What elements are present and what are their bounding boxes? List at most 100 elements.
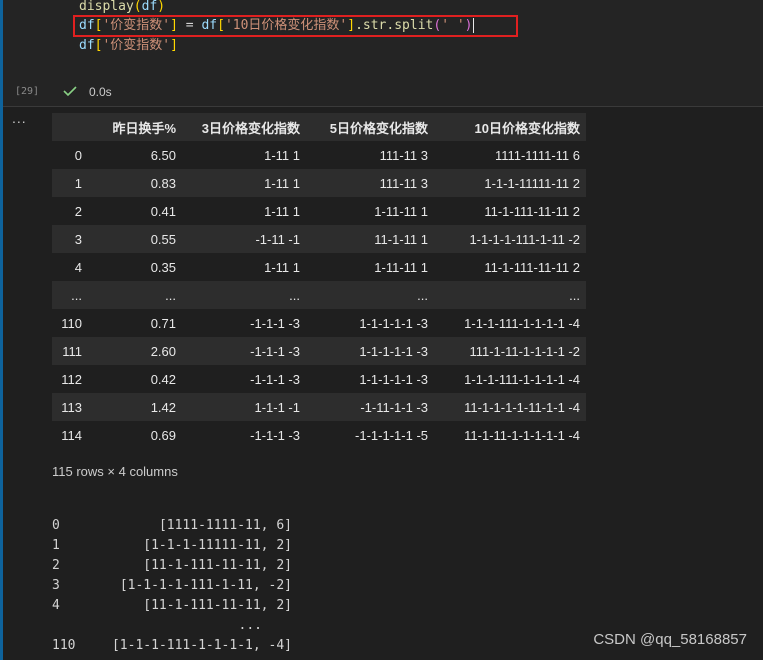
dataframe-table: 昨日换手% 3日价格变化指数 5日价格变化指数 10日价格变化指数 0 6.50…	[52, 113, 586, 449]
table-row: 114 0.69 -1-1-1 -3 -1-1-1-1-1 -5 11-1-11…	[52, 421, 586, 449]
series-value: [1-1-1-11111-11, 2]	[143, 538, 292, 553]
cell-divider	[3, 106, 763, 107]
table-row: 2 0.41 1-11 1 1-11-11 1 11-1-111-11-11 2	[52, 197, 586, 225]
table-row-ellipsis: ... ... ... ... ...	[52, 281, 586, 309]
table-row: 110 0.71 -1-1-1 -3 1-1-1-1-1 -3 1-1-1-11…	[52, 309, 586, 337]
table-cell: 1-1-1-1-1 -3	[306, 337, 434, 365]
table-cell: -1-1-1-1-1 -5	[355, 427, 428, 443]
table-row: 111 2.60 -1-1-1 -3 1-1-1-1-1 -3 111-1-11…	[52, 337, 586, 365]
dataframe-shape: 115 rows × 4 columns	[52, 464, 178, 479]
check-icon	[63, 86, 77, 97]
table-cell: 1-1-1-111-1-1-1-1 -4	[464, 371, 580, 387]
table-cell: 0.83	[88, 169, 182, 197]
table-row: 3 0.55 -1-11 -1 11-1-11 1 1-1-1-1-111-1-…	[52, 225, 586, 253]
list-item: ...	[52, 616, 292, 636]
table-cell: 111-11 3	[306, 169, 434, 197]
table-cell: 1-1-1-1-1 -3	[359, 371, 428, 387]
table-cell: -1-1-1 -3	[182, 337, 306, 365]
watermark: CSDN @qq_58168857	[593, 631, 747, 648]
table-cell: ...	[88, 281, 182, 309]
series-value: [11-1-111-11-11, 2]	[143, 558, 292, 573]
table-cell: -1-11-1-1 -3	[306, 393, 434, 421]
series-value: [1111-1111-11, 6]	[158, 518, 292, 533]
table-cell: 11-1-111-11-11 2	[484, 203, 580, 219]
series-index: 3	[52, 578, 60, 593]
table-cell: 1-11-11 1	[374, 259, 428, 275]
series-index	[52, 616, 102, 636]
column-header	[52, 113, 88, 141]
list-item: 3 [1-1-1-1-111-1-11, -2]	[52, 576, 292, 596]
code-cell[interactable]: display(df) df['价变指数'] = df['10日价格变化指数']…	[3, 0, 763, 106]
table-cell: 1-1-1-111-1-1-1-1 -4	[464, 315, 580, 331]
row-index: 4	[74, 259, 82, 275]
table-cell: 1-1-1-1-1 -3	[359, 315, 428, 331]
series-value: ...	[238, 618, 262, 633]
column-header: 10日价格变化指数	[434, 113, 586, 141]
code-display-fn: display	[79, 0, 134, 14]
row-index: 3	[52, 225, 88, 253]
table-cell: 1111-1111-11 6	[494, 147, 580, 163]
table-row: 1 0.83 1-11 1 111-11 3 1-1-1-11111-11 2	[52, 169, 586, 197]
table-cell: 1.42	[88, 393, 182, 421]
table-cell: -1-1-1 -3	[250, 315, 300, 331]
series-output: 0 [1111-1111-11, 6] 1 [1-1-1-11111-11, 2] …	[52, 516, 292, 656]
table-cell: 11-1-1-1-1-11-1-1 -4	[434, 393, 586, 421]
list-item: 2 [11-1-111-11-11, 2]	[52, 556, 292, 576]
list-item: 1 [1-1-1-11111-11, 2]	[52, 536, 292, 556]
table-cell: 1-11-11 1	[374, 203, 428, 219]
table-row: 0 6.50 1-11 1 111-11 3 1111-1111-11 6	[52, 141, 586, 169]
highlight-box	[73, 15, 518, 37]
table-cell: ...	[434, 281, 586, 309]
table-cell: 1-11 1	[264, 203, 300, 219]
list-item: 0 [1111-1111-11, 6]	[52, 516, 292, 536]
row-index: ...	[52, 281, 88, 309]
table-cell: 0.41	[150, 203, 176, 219]
table-cell: 0.42	[150, 371, 176, 387]
series-index: 4	[52, 598, 60, 613]
table-cell: 11-1-111-11-11 2	[484, 259, 580, 275]
table-cell: 1-11 1	[264, 259, 300, 275]
table-row: 4 0.35 1-11 1 1-11-11 1 11-1-111-11-11 2	[52, 253, 586, 281]
row-index: 112	[61, 371, 82, 387]
code-line3-key: '价变指数'	[102, 38, 171, 53]
table-cell: 0.35	[150, 259, 176, 275]
list-item: 110 [1-1-1-111-1-1-1-1, -4]	[52, 636, 292, 656]
table-row: 112 0.42 -1-1-1 -3 1-1-1-1-1 -3 1-1-1-11…	[52, 365, 586, 393]
column-header: 3日价格变化指数	[182, 113, 306, 141]
table-cell: 11-1-11-1-1-1-1-1 -4	[464, 427, 580, 443]
execution-count: [29]	[15, 86, 40, 97]
column-header: 昨日换手%	[88, 113, 182, 141]
series-index: 0	[52, 518, 60, 533]
execution-time: 0.0s	[89, 85, 112, 99]
table-cell: 1-1-1 -1	[182, 393, 306, 421]
series-index: 1	[52, 538, 60, 553]
row-index: 111	[52, 337, 88, 365]
row-index: 1	[52, 169, 88, 197]
table-cell: 111-1-11-1-1-1-1 -2	[434, 337, 586, 365]
row-index: 0	[74, 147, 82, 163]
table-cell: 0.71	[150, 315, 176, 331]
table-cell: 1-11 1	[182, 169, 306, 197]
row-index: 2	[74, 203, 82, 219]
table-cell: -1-11 -1	[182, 225, 306, 253]
table-cell: 111-11 3	[379, 147, 428, 163]
series-value: [1-1-1-1-111-1-11, -2]	[119, 578, 292, 593]
row-index: 110	[61, 315, 82, 331]
row-index: 114	[61, 427, 82, 443]
table-cell: 0.55	[88, 225, 182, 253]
row-index: 113	[52, 393, 88, 421]
column-header: 5日价格变化指数	[306, 113, 434, 141]
table-cell: -1-1-1 -3	[250, 371, 300, 387]
output-more-icon[interactable]: ...	[12, 110, 27, 126]
table-cell: 1-1-1-1-111-1-11 -2	[434, 225, 586, 253]
table-cell: 1-1-1-11111-11 2	[434, 169, 586, 197]
table-cell: ...	[182, 281, 306, 309]
table-cell: 0.69	[150, 427, 176, 443]
code-line-3[interactable]: df['价变指数']	[79, 36, 178, 56]
table-cell: 2.60	[88, 337, 182, 365]
list-item: 4 [11-1-111-11-11, 2]	[52, 596, 292, 616]
series-index: 2	[52, 558, 60, 573]
table-cell: ...	[306, 281, 434, 309]
table-cell: 11-1-11 1	[306, 225, 434, 253]
code-line3-var: df	[79, 38, 95, 53]
